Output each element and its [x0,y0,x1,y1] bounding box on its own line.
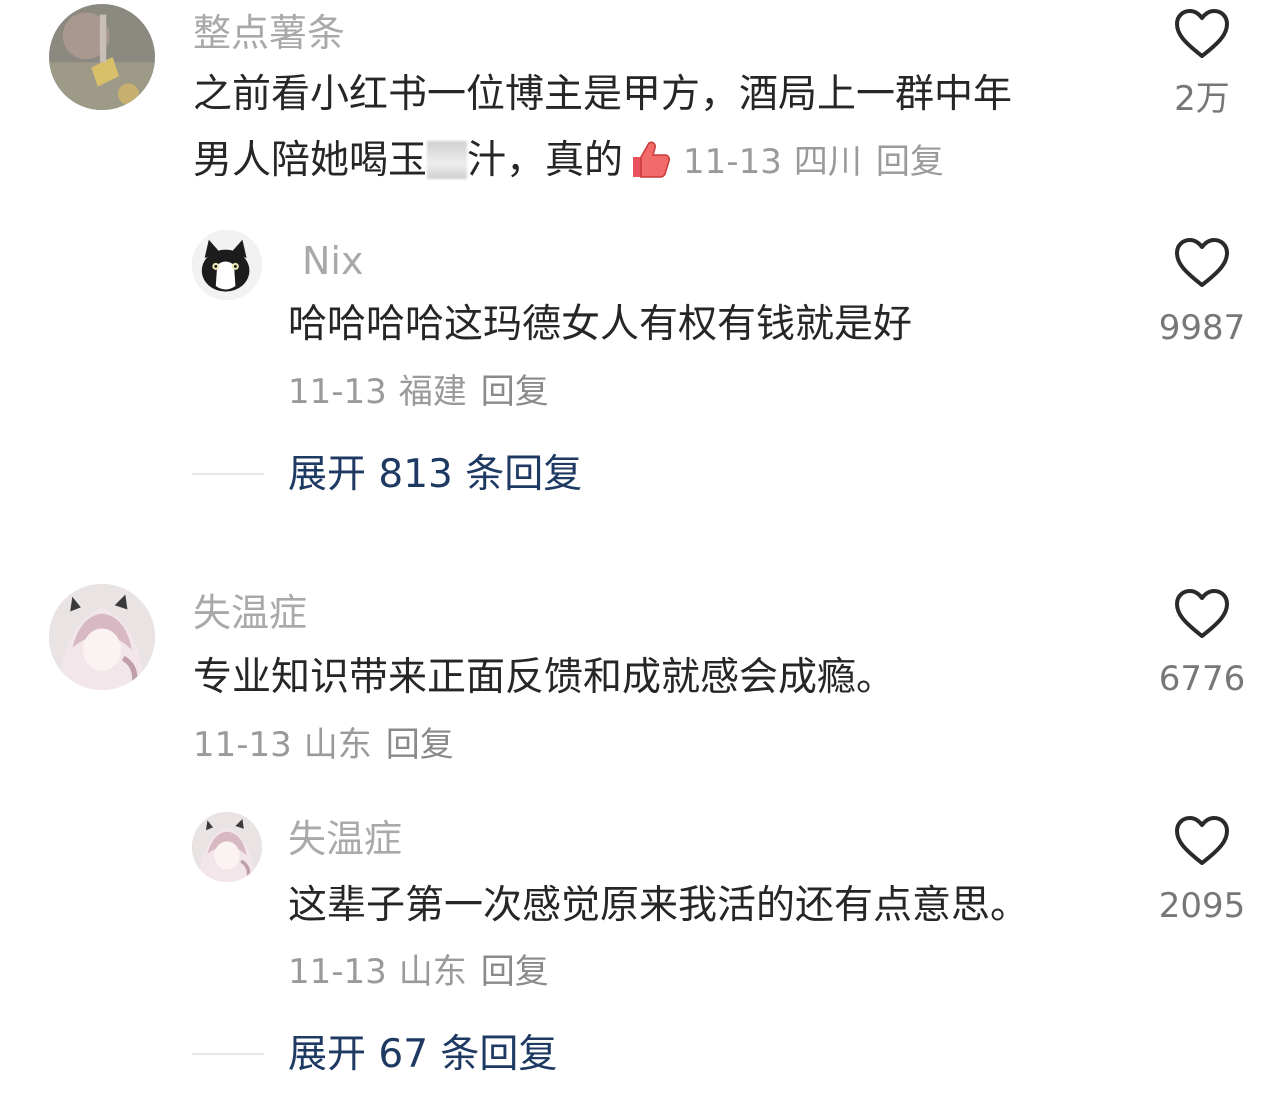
comment-location: 四川 [793,142,862,182]
avatar[interactable] [192,812,262,882]
comment-text-line1: 之前看小红书一位博主是甲方，酒局上一群中年 [193,72,1013,117]
heart-icon [1175,238,1229,287]
like-button[interactable]: 6776 [1147,588,1257,696]
like-button[interactable]: 9987 [1147,237,1257,345]
reply-button[interactable]: 回复 [386,725,454,765]
comment-location: 山东 [398,952,467,992]
username[interactable]: 失温症 [193,594,307,632]
avatar[interactable] [49,4,155,110]
avatar[interactable] [192,230,262,300]
photo-avatar-icon [49,4,155,110]
username[interactable]: 失温症 [288,820,402,858]
comment-date: 11-13 [193,725,292,765]
comment-text[interactable]: 哈哈哈哈这玛德女人有权有钱就是好 [288,292,912,358]
comment-date: 11-13 [288,372,387,412]
comment-meta: 11-13 福建 回复 [288,375,549,409]
comment-text[interactable]: 之前看小红书一位博主是甲方，酒局上一群中年 男人陪她喝玉 汁，真的 11-13 四川… [193,62,1012,195]
reply-button[interactable]: 回复 [481,372,549,412]
anime-avatar-icon [49,584,155,690]
username[interactable]: Nix [302,242,363,280]
comment-text[interactable]: 这辈子第一次感觉原来我活的还有点意思。 [288,873,1029,939]
expand-replies-button[interactable]: 展开 67 条回复 [288,1035,557,1074]
anime-avatar-icon [192,812,262,882]
cat-avatar-icon [192,230,262,300]
expand-replies-button[interactable]: 展开 813 条回复 [288,455,582,494]
like-button[interactable]: 2095 [1147,815,1257,923]
comment-date: 11-13 [683,142,782,182]
username[interactable]: 整点薯条 [193,14,345,52]
comment-meta: 11-13 山东 回复 [193,728,454,762]
comment-text-line2-end: 汁，真的 [467,138,624,183]
comment-meta: 11-13 山东 回复 [288,955,549,989]
comment-location: 福建 [398,372,467,412]
comment-date: 11-13 [288,952,387,992]
heart-icon [1175,589,1229,638]
thumbs-up-emoji-icon [633,141,671,178]
avatar[interactable] [49,584,155,690]
divider [192,1053,264,1055]
reply-button[interactable]: 回复 [481,952,549,992]
comment-text[interactable]: 专业知识带来正面反馈和成就感会成瘾。 [193,645,895,711]
like-button[interactable]: 2万 [1147,8,1257,116]
comment-location: 山东 [303,725,372,765]
heart-icon [1175,9,1229,58]
reply-button[interactable]: 回复 [876,142,944,182]
censored-char [427,141,468,179]
heart-icon [1175,816,1229,865]
divider [192,473,264,475]
comment-text-line2: 男人陪她喝玉 [193,138,428,183]
like-count: 2095 [1158,886,1246,926]
like-count: 9987 [1158,308,1246,348]
like-count: 6776 [1158,659,1246,699]
like-count: 2万 [1174,79,1230,119]
